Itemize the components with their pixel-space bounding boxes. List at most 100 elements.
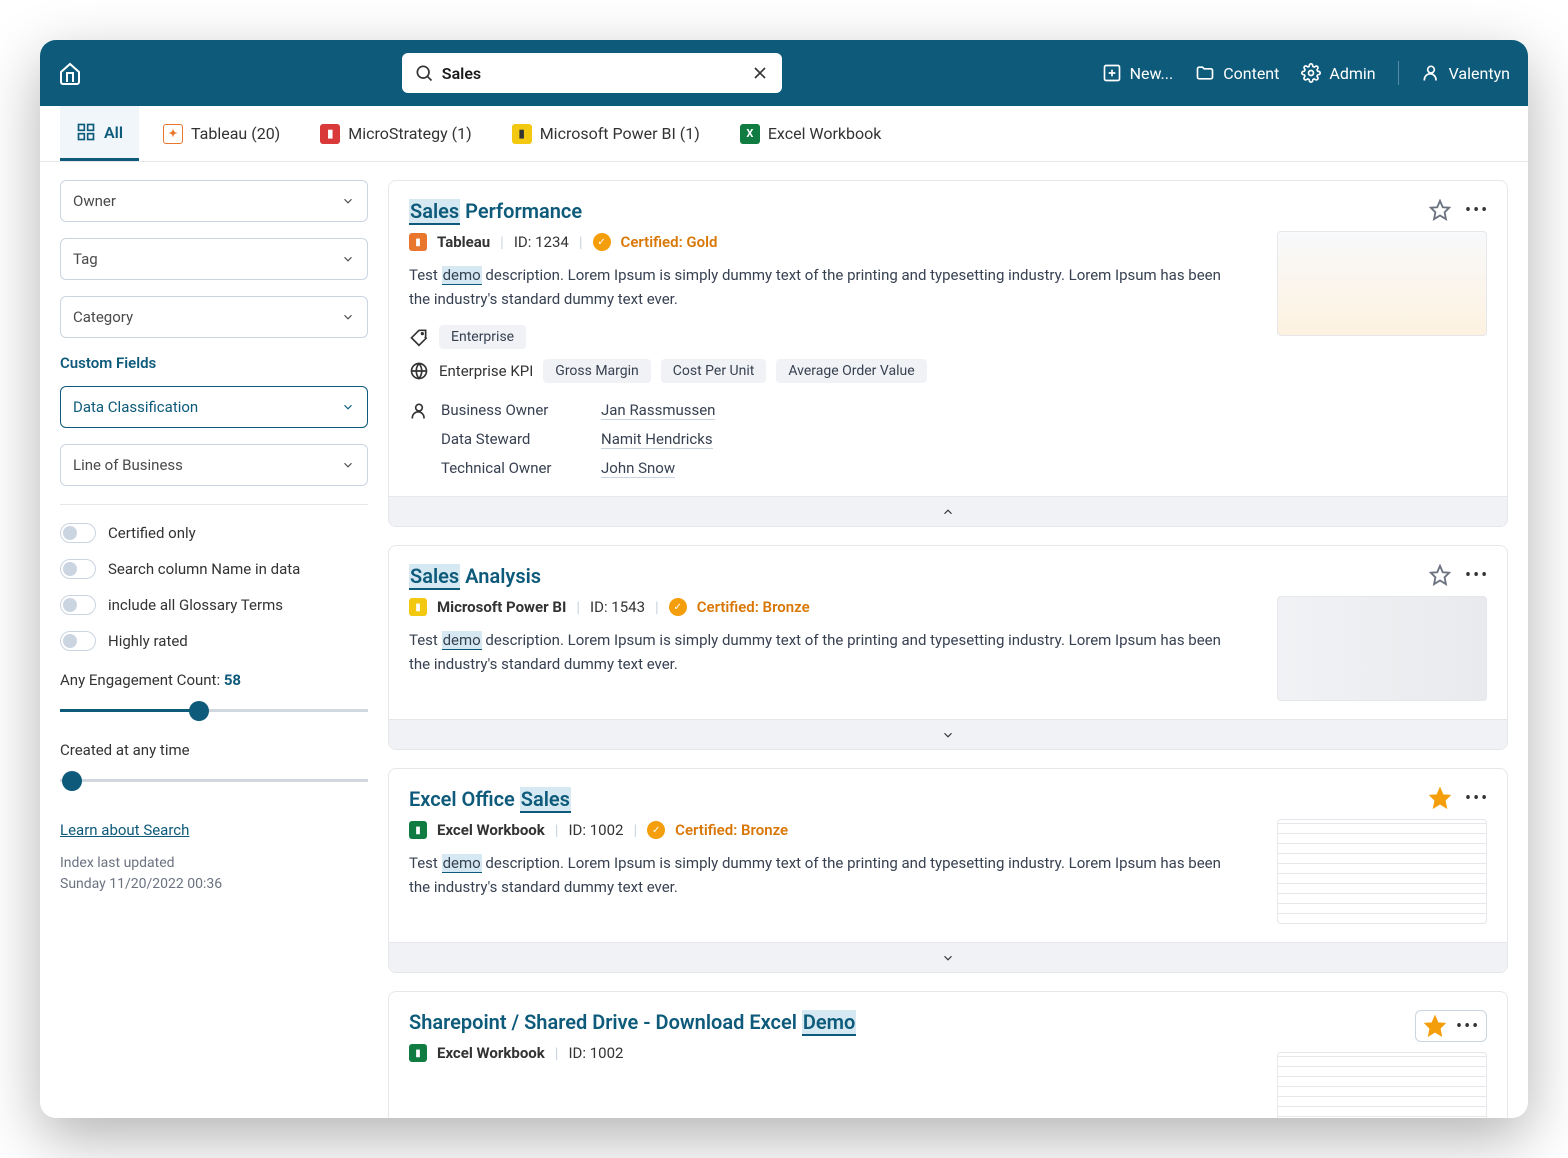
chevron-down-icon [341,194,355,208]
chevron-up-icon [941,505,955,519]
result-thumbnail[interactable] [1277,596,1487,701]
created-label: Created at any time [60,741,368,759]
tab-powerbi[interactable]: ▮ Microsoft Power BI (1) [496,106,716,161]
cert-label: Certified: Bronze [697,598,810,616]
star-icon[interactable] [1429,564,1451,586]
filter-label: Owner [73,192,116,210]
results-panel: Sales Performance ▮ Tableau | ID: 1234 |… [388,162,1528,1118]
powerbi-icon: ▮ [512,124,532,144]
admin-button[interactable]: Admin [1301,63,1375,83]
cert-badge-icon: ✓ [593,233,611,251]
result-title[interactable]: Sales Performance [409,199,1237,223]
tab-tableau[interactable]: ✦ Tableau (20) [147,106,296,161]
globe-icon [409,361,429,381]
app-header: New... Content Admin Valentyn [40,40,1528,106]
owner-name[interactable]: Namit Hendricks [601,430,713,449]
card-description: Test demo description. Lorem Ipsum is si… [409,628,1237,676]
search-field [402,53,782,93]
learn-link[interactable]: Learn about Search [60,821,368,839]
tag-filter[interactable]: Tag [60,238,368,280]
toggle-label: Highly rated [108,632,188,650]
chevron-down-icon [341,310,355,324]
card-actions: ••• [1429,787,1487,809]
star-icon[interactable] [1429,787,1451,809]
more-icon[interactable]: ••• [1456,1016,1478,1037]
filter-sidebar: Owner Tag Category Custom Fields Data Cl… [40,162,388,1118]
toggle-label: Certified only [108,524,196,542]
certified-toggle[interactable] [60,523,96,543]
search-icon [414,63,434,83]
chevron-down-icon [341,252,355,266]
tab-label: Excel Workbook [768,124,882,143]
lob-filter[interactable]: Line of Business [60,444,368,486]
chevron-down-icon [941,951,955,965]
result-meta: ▮ Microsoft Power BI | ID: 1543 |✓Certif… [409,598,1237,616]
result-thumbnail[interactable] [1277,1052,1487,1118]
divider [60,504,368,505]
result-title[interactable]: Sales Analysis [409,564,1237,588]
expand-toggle[interactable] [389,942,1507,972]
kpi-chip[interactable]: Cost Per Unit [661,359,767,383]
chevron-down-icon [341,458,355,472]
tab-label: All [104,123,123,142]
content-button[interactable]: Content [1195,63,1279,83]
owner-grid: Business OwnerJan Rassmussen Data Steward… [409,401,1237,478]
user-icon [409,401,429,421]
toggle-label: include all Glossary Terms [108,596,283,614]
new-button[interactable]: New... [1102,63,1174,83]
search-column-toggle[interactable] [60,559,96,579]
plus-square-icon [1102,63,1122,83]
created-slider[interactable] [60,771,368,791]
tab-microstrategy[interactable]: ▮ MicroStrategy (1) [304,106,487,161]
tabs-bar: All ✦ Tableau (20) ▮ MicroStrategy (1) ▮… [40,106,1528,162]
owner-name[interactable]: John Snow [601,459,675,478]
star-icon[interactable] [1429,199,1451,221]
tab-excel[interactable]: X Excel Workbook [724,106,898,161]
kpi-chip[interactable]: Average Order Value [776,359,926,383]
category-filter[interactable]: Category [60,296,368,338]
custom-fields-label: Custom Fields [60,354,368,372]
tag-chip[interactable]: Enterprise [439,325,526,349]
kpi-chip[interactable]: Gross Margin [543,359,651,383]
cert-badge-icon: ✓ [647,821,665,839]
glossary-toggle[interactable] [60,595,96,615]
card-actions: ••• [1429,199,1487,221]
search-input[interactable] [402,53,782,93]
user-menu[interactable]: Valentyn [1421,63,1510,83]
expand-toggle[interactable] [389,496,1507,526]
owner-name[interactable]: Jan Rassmussen [601,401,715,420]
result-card: Sales Performance ▮ Tableau | ID: 1234 |… [388,180,1508,527]
more-icon[interactable]: ••• [1465,788,1487,809]
owner-row: Business OwnerJan Rassmussen [441,401,715,420]
owner-row: Data StewardNamit Hendricks [441,430,715,449]
kpi-row: Enterprise KPI Gross MarginCost Per Unit… [409,359,1237,383]
tab-all[interactable]: All [60,106,139,161]
result-thumbnail[interactable] [1277,819,1487,924]
more-icon[interactable]: ••• [1465,200,1487,221]
engagement-slider[interactable] [60,701,368,721]
card-actions: ••• [1415,1010,1487,1042]
result-meta: ▮ Excel Workbook | ID: 1002 |✓Certified:… [409,821,1237,839]
chevron-down-icon [341,400,355,414]
rated-toggle[interactable] [60,631,96,651]
filter-label: Tag [73,250,98,268]
filter-label: Category [73,308,133,326]
result-card: Sales Analysis ▮ Microsoft Power BI | ID… [388,545,1508,750]
engagement-label: Any Engagement Count: 58 [60,671,368,689]
result-title[interactable]: Excel Office Sales [409,787,1237,811]
cert-label: Certified: Gold [621,233,718,251]
data-classification-filter[interactable]: Data Classification [60,386,368,428]
star-icon[interactable] [1424,1015,1446,1037]
admin-label: Admin [1329,64,1375,83]
owner-filter[interactable]: Owner [60,180,368,222]
card-description: Test demo description. Lorem Ipsum is si… [409,851,1237,899]
card-description: Test demo description. Lorem Ipsum is si… [409,263,1237,311]
home-icon[interactable] [58,61,82,85]
index-info: Index last updated Sunday 11/20/2022 00:… [60,853,368,895]
close-icon[interactable] [750,63,770,83]
expand-toggle[interactable] [389,719,1507,749]
result-title[interactable]: Sharepoint / Shared Drive - Download Exc… [409,1010,1237,1034]
excel-icon: X [740,124,760,144]
result-thumbnail[interactable] [1277,231,1487,336]
more-icon[interactable]: ••• [1465,565,1487,586]
